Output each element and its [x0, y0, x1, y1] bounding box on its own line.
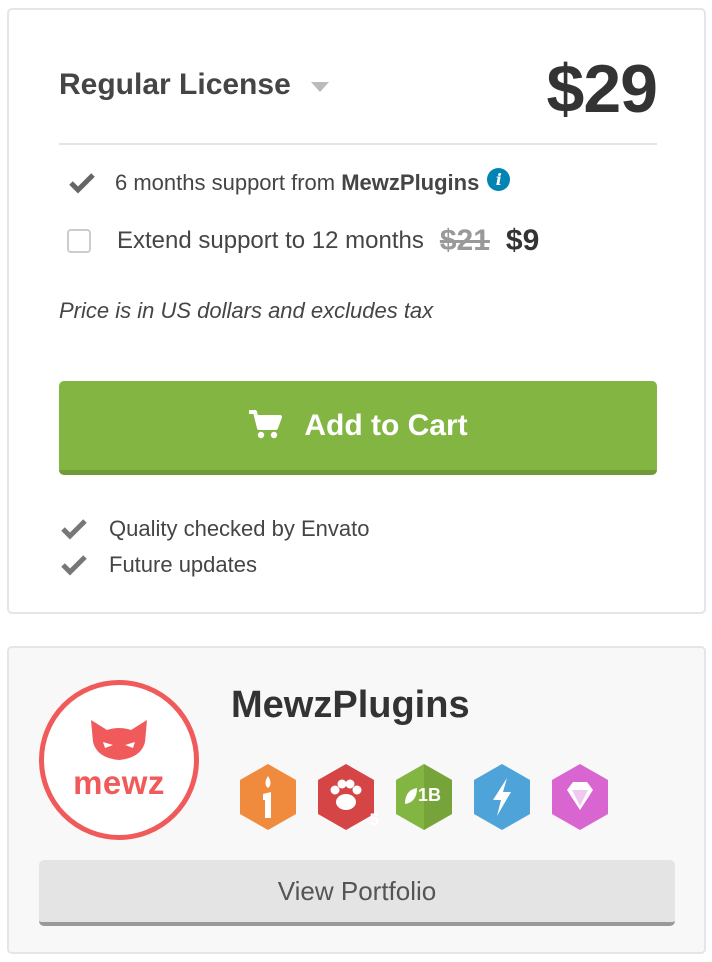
cart-icon: [248, 409, 283, 444]
author-badges: 5 1B: [237, 762, 611, 832]
feature-item: Quality checked by Envato: [61, 516, 369, 542]
purchase-panel: Regular License $29 6 months support fro…: [7, 8, 706, 614]
support-prefix: 6 months support from: [115, 170, 342, 195]
support-info: 6 months support from MewzPlugins i: [69, 167, 511, 196]
feature-label: Quality checked by Envato: [109, 516, 370, 541]
avatar[interactable]: mewz: [39, 680, 199, 840]
license-price: $29: [546, 51, 658, 127]
tax-note: Price is in US dollars and excludes tax: [59, 298, 434, 323]
license-name: Regular License: [59, 68, 291, 101]
feature-label: Future updates: [109, 552, 257, 577]
checkmark-icon: [61, 554, 87, 576]
lightning-icon[interactable]: [471, 762, 533, 832]
info-icon[interactable]: i: [487, 167, 511, 191]
cat-logo-icon: [91, 720, 147, 760]
add-to-cart-button[interactable]: Add to Cart: [59, 381, 657, 475]
view-portfolio-button[interactable]: View Portfolio: [39, 860, 675, 926]
extend-old-price: $21: [439, 224, 490, 257]
support-text: 6 months support from MewzPlugins: [115, 170, 479, 196]
extend-support-checkbox[interactable]: [67, 229, 91, 253]
extend-support-label: Extend support to 12 months: [117, 227, 424, 254]
badge-label: 1B: [418, 785, 442, 805]
paw-icon[interactable]: 5: [315, 762, 379, 832]
badge-count: 5: [369, 810, 379, 829]
feature-item: Future updates: [61, 552, 257, 578]
avatar-text: mewz: [73, 764, 165, 801]
license-header: Regular License $29: [59, 50, 658, 145]
author-name[interactable]: MewzPlugins: [231, 684, 470, 727]
extend-support-option: Extend support to 12 months $21 $9: [67, 224, 539, 258]
checkmark-icon: [69, 172, 95, 194]
diamond-icon[interactable]: [549, 762, 611, 832]
candle-icon[interactable]: [237, 762, 299, 832]
chevron-down-icon: [310, 82, 329, 92]
license-dropdown[interactable]: Regular License: [59, 68, 329, 102]
support-author: MewzPlugins: [341, 170, 480, 195]
leaf-1b-icon[interactable]: 1B: [393, 762, 455, 832]
author-panel: mewz MewzPlugins 5 1B View Portfolio: [7, 646, 706, 954]
checkmark-icon: [61, 518, 87, 540]
add-to-cart-label: Add to Cart: [304, 408, 468, 442]
extend-new-price: $9: [505, 224, 540, 257]
